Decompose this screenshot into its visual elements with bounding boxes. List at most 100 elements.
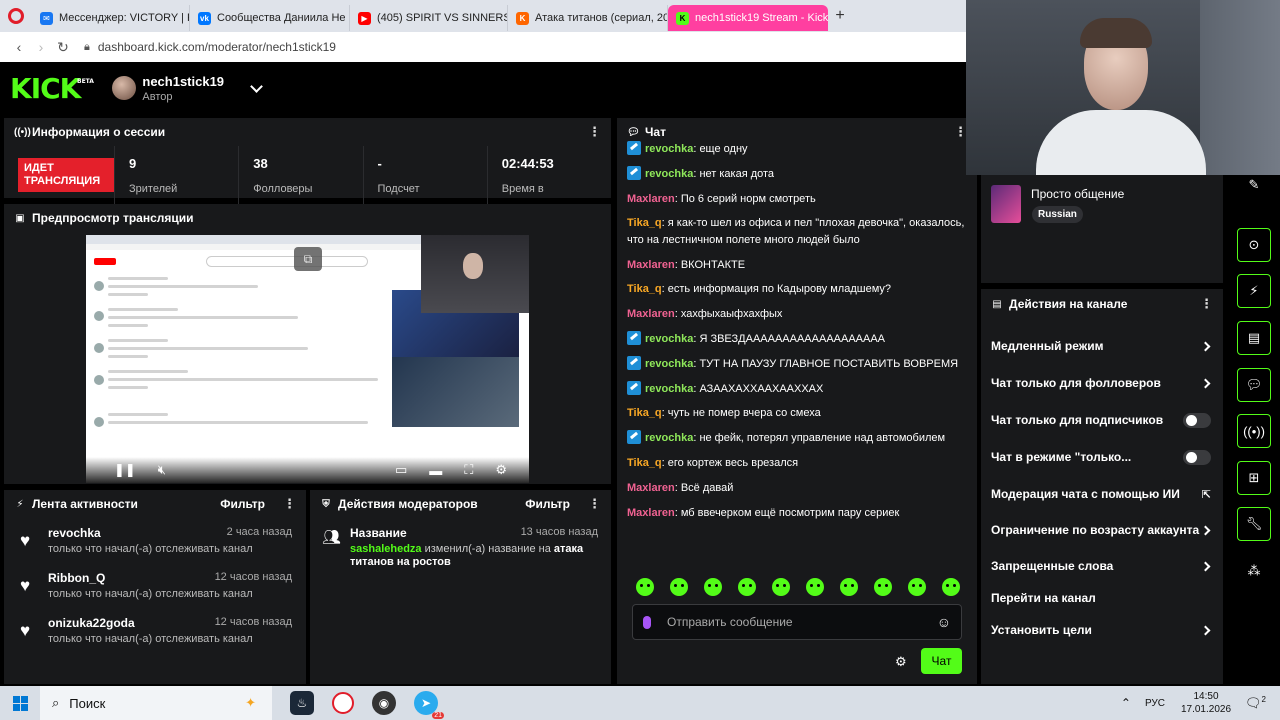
bolt-icon[interactable]: ⚡︎ [1237, 274, 1271, 308]
channel-action-row[interactable]: Запрещенные слова [991, 556, 1213, 576]
emote-icon[interactable] [636, 578, 654, 596]
emoji-icon[interactable]: ☺ [937, 614, 951, 630]
mod-user[interactable]: sashalehedza [350, 543, 422, 555]
obs-icon[interactable]: ◉ [372, 691, 396, 715]
chat-username[interactable]: revochka [645, 143, 693, 155]
chat-send-button[interactable]: Чат [921, 648, 962, 674]
more-icon[interactable]: ⋮ [588, 124, 601, 140]
taskbar-search[interactable]: ⌕ Поиск ✦ [40, 686, 272, 720]
chat-username[interactable]: Tika_q [627, 457, 662, 469]
toggle-switch[interactable] [1183, 449, 1211, 465]
mod-action-text: изменил(-а) название на [424, 543, 551, 555]
chat-bubble-icon[interactable]: 💬︎ [1237, 368, 1271, 402]
emote-icon[interactable] [942, 578, 960, 596]
camera-icon[interactable]: ⊙ [1237, 228, 1271, 262]
chat-username[interactable]: Tika_q [627, 283, 662, 295]
kick-logo[interactable]: KICK BETA [10, 72, 94, 105]
notes-icon[interactable]: ▤ [1237, 321, 1271, 355]
activity-filter-button[interactable]: Фильтр [220, 497, 265, 511]
emote-icon[interactable] [908, 578, 926, 596]
stat-label: Время в [501, 183, 544, 195]
telegram-icon[interactable]: ➤ 21 [414, 691, 444, 719]
browser-tab[interactable]: ▶ (405) SPIRIT VS SINNERS [350, 5, 508, 31]
category-thumbnail[interactable] [991, 185, 1021, 223]
channel-action-row[interactable]: Перейти на канал [991, 588, 1213, 608]
chat-username[interactable]: revochka [645, 358, 693, 370]
more-icon[interactable]: ⋮ [283, 496, 296, 512]
back-icon[interactable]: ‹ [8, 39, 30, 55]
new-tab-button[interactable]: + [828, 7, 852, 25]
language-indicator[interactable]: РУС [1145, 698, 1165, 709]
fullscreen-icon[interactable]: ⛶ [464, 462, 473, 478]
chat-username[interactable]: Maxlaren [627, 193, 675, 205]
chat-messages[interactable]: revochka: еще одну revochka: нет какая до… [627, 141, 967, 529]
browser-tab[interactable]: ✉ Мессенджер: VICTORY | Р [32, 5, 190, 31]
more-icon[interactable]: ⋮ [588, 496, 601, 512]
channel-action-row[interactable]: Модерация чата с помощью ИИ ⇱ [991, 484, 1213, 504]
heart-icon: ♥ [20, 531, 31, 550]
edit-icon[interactable]: ✎ [1237, 168, 1271, 202]
chat-username[interactable]: Tika_q [627, 217, 662, 229]
channel-action-row[interactable]: Медленный режим [991, 336, 1213, 356]
mic-icon[interactable] [643, 615, 651, 629]
chevron-down-icon[interactable] [250, 79, 263, 93]
stream-preview-video[interactable]: ❚❚ 🔇︎ ▭ ▬ ⛶ ⚙ [86, 235, 529, 483]
reload-icon[interactable]: ↻ [52, 39, 74, 56]
popout-icon[interactable]: ⧉ [294, 247, 322, 271]
forward-icon[interactable]: › [30, 39, 52, 55]
url-field[interactable]: dashboard.kick.com/moderator/nech1stick1… [98, 40, 336, 54]
chat-input[interactable]: Отправить сообщение ☺ [632, 604, 962, 640]
chevron-up-icon[interactable]: ⌃ [1121, 696, 1131, 710]
theater-icon[interactable]: ▬ [429, 463, 442, 478]
chat-username[interactable]: revochka [645, 168, 693, 180]
emote-icon[interactable] [840, 578, 858, 596]
more-icon[interactable]: ⋮ [1200, 296, 1213, 312]
channel-action-row[interactable]: Ограничение по возрасту аккаунта [991, 520, 1213, 540]
pip-icon[interactable]: ▭ [395, 462, 407, 478]
emote-icon[interactable] [874, 578, 892, 596]
mute-icon[interactable]: 🔇︎ [158, 462, 166, 478]
channel-action-row[interactable]: Чат только для подписчиков [991, 410, 1213, 430]
windows-start-button[interactable] [0, 695, 40, 711]
chat-username[interactable]: Maxlaren [627, 507, 675, 519]
channel-actions-title: Действия на канале [1009, 297, 1128, 311]
chat-username[interactable]: Maxlaren [627, 308, 675, 320]
emote-icon[interactable] [704, 578, 722, 596]
chat-username[interactable]: revochka [645, 432, 693, 444]
broadcast-icon[interactable]: ((•)) [1237, 414, 1271, 448]
opera-taskbar-icon[interactable] [332, 692, 354, 714]
chat-username[interactable]: revochka [645, 383, 693, 395]
apps-icon[interactable]: ⁂ [1237, 554, 1271, 588]
chat-username[interactable]: Maxlaren [627, 482, 675, 494]
browser-tab[interactable]: K Атака титанов (сериал, 20 [508, 5, 668, 31]
channel-action-row[interactable]: Установить цели [991, 620, 1213, 640]
channel-action-row[interactable]: Чат только для фолловеров [991, 373, 1213, 393]
chat-message: Maxlaren: хахфыхаыфхахфых [627, 306, 967, 323]
browser-tab[interactable]: Knech1stick19 Stream - Kick [668, 5, 828, 31]
wrench-icon[interactable]: 🔧︎ [1237, 507, 1271, 541]
steam-icon[interactable]: ♨ [290, 691, 314, 715]
moderators-icon[interactable]: ⊞ [1237, 461, 1271, 495]
chat-username[interactable]: Tika_q [627, 407, 662, 419]
emote-icon[interactable] [806, 578, 824, 596]
emote-icon[interactable] [738, 578, 756, 596]
mod-filter-button[interactable]: Фильтр [525, 497, 570, 511]
user-info[interactable]: nech1stick19 Автор [142, 74, 224, 103]
clock[interactable]: 14:50 17.01.2026 [1181, 690, 1231, 716]
chat-username[interactable]: revochka [645, 333, 693, 345]
settings-icon[interactable]: ⚙ [495, 462, 507, 478]
channel-action-row[interactable]: Чат в режиме "только... [991, 447, 1213, 467]
browser-tab[interactable]: vk Сообщества Даниила Не [190, 5, 350, 31]
emote-icon[interactable] [670, 578, 688, 596]
pause-icon[interactable]: ❚❚ [114, 462, 136, 478]
category-name[interactable]: Просто общение [1031, 187, 1124, 201]
avatar[interactable] [112, 76, 137, 100]
video-controls: ❚❚ 🔇︎ ▭ ▬ ⛶ ⚙ [86, 457, 529, 483]
notifications-icon[interactable]: 🗨︎2 [1245, 695, 1266, 711]
emote-icon[interactable] [772, 578, 790, 596]
opera-menu-button[interactable] [0, 0, 32, 32]
chat-settings-icon[interactable]: ⚙ [895, 654, 907, 670]
chat-username[interactable]: Maxlaren [627, 259, 675, 271]
chat-message: revochka: еще одну [627, 141, 967, 158]
toggle-switch[interactable] [1183, 412, 1211, 428]
